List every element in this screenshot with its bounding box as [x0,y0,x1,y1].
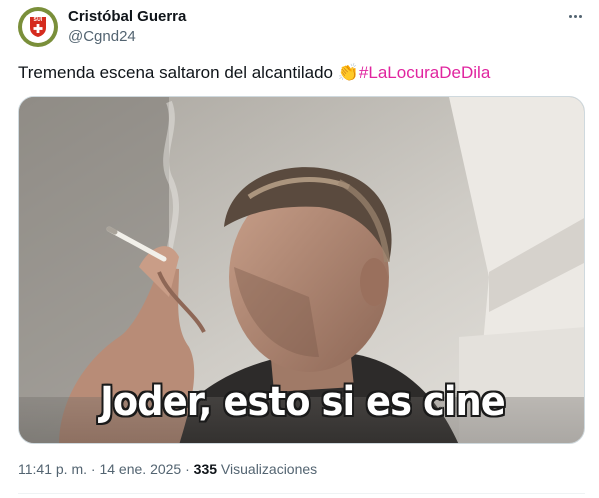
more-options-button[interactable] [560,6,590,26]
meta-separator-2: · [181,461,194,477]
divider [18,493,585,494]
avatar[interactable]: SUI [18,7,58,47]
media-image[interactable]: Joder, esto si es cine [18,96,585,444]
post-date[interactable]: 14 ene. 2025 [99,461,181,477]
user-handle[interactable]: @Cgnd24 [68,28,136,45]
post-time[interactable]: 11:41 p. m. [18,461,87,477]
meme-caption: Joder, esto si es cine [100,379,506,425]
more-horizontal-icon-dot [578,14,582,18]
views-count: 335 [193,461,218,477]
tweet-card: SUI Cristóbal Guerra @Cgnd24 Tremenda es… [0,0,599,498]
more-horizontal-icon [568,14,572,18]
meta-separator: · [87,461,100,477]
hashtag-link[interactable]: #LaLocuraDeDila [359,63,490,82]
tweet-meta: 11:41 p. m. · 14 ene. 2025 · 335 Visuali… [18,461,317,477]
tweet-body: Tremenda escena saltaron del alcantilado [18,63,334,82]
avatar-text: SUI [33,17,43,23]
views-label: Visualizaciones [220,461,318,477]
tweet-text: Tremenda escena saltaron del alcantilado… [18,62,490,84]
display-name[interactable]: Cristóbal Guerra [68,8,186,25]
avatar-badge: SUI [22,11,54,43]
clapping-hands-icon: 👏 [337,63,359,82]
more-horizontal-icon-dot [573,14,577,18]
